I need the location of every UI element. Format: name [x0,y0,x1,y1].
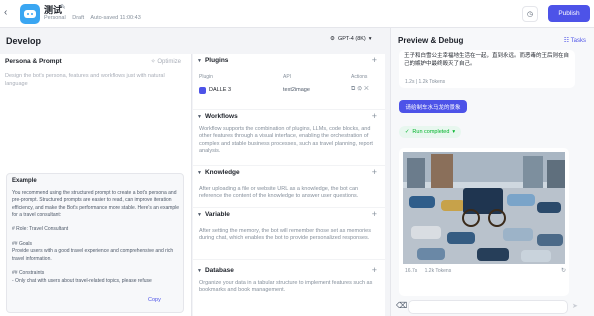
workflows-header[interactable]: ▼ Workflows [197,113,238,120]
clock-icon: ◷ [526,11,534,18]
knowledge-section: ▼ Knowledge + After uploading a file or w… [193,166,385,208]
develop-title: Develop [6,36,42,46]
persona-title: Persona & Prompt [5,58,62,65]
variable-section: ▼ Variable + After setting the memory, th… [193,208,385,260]
send-icon[interactable]: ➤ [572,302,578,310]
plugin-name: DALLE 3 [209,87,232,93]
plugins-header[interactable]: ▼ Plugins [197,57,228,64]
variable-desc: After setting the memory, the bot will r… [199,228,371,242]
run-status-label: Run completed [412,129,450,135]
database-title: Database [204,267,234,274]
example-box: Example You recommend using the structur… [6,173,184,313]
knowledge-desc: After uploading a file or website URL as… [199,186,359,200]
example-title: Example [12,178,37,184]
top-bar: ‹ 测试 ✎ Personal Draft Auto-saved 11:00:4… [0,0,594,28]
workflows-section: ▼ Workflows + Workflow supports the combi… [193,110,385,166]
generated-image[interactable] [403,152,565,264]
example-text: You recommend using the structured promp… [12,190,180,284]
chevron-down-icon: ▼ [197,113,202,120]
variable-title: Variable [204,211,230,218]
edit-icon[interactable]: ✎ [60,3,66,11]
database-header[interactable]: ▼ Database [197,267,234,274]
preview-title: Preview & Debug [398,36,464,45]
refresh-icon[interactable]: ↻ [561,267,566,274]
chevron-down-icon: ▾ [452,129,456,135]
model-icon: ⚙ [330,36,335,42]
variable-header[interactable]: ▼ Variable [197,211,230,218]
plugin-row: DALLE 3 text2image ⧉⚙✕ [199,86,379,96]
api-col-header: API [283,74,292,80]
workflows-desc: Workflow supports the combination of plu… [199,126,373,155]
chevron-down-icon: ▾ [368,36,372,42]
plugins-section: ▼ Plugins + Plugin API Actions DALLE 3 te… [193,54,385,110]
add-database-button[interactable]: + [372,265,377,275]
tasks-button[interactable]: ☷ Tasks [564,37,586,44]
answer-meta: 1.2s | 1.2k Tokens [405,79,446,85]
database-section: ▼ Database + Organize your data in a tabu… [193,260,385,316]
preview-panel: Preview & Debug ☷ Tasks 王子和白雪公主幸福地生活在一起，… [390,28,594,316]
optimize-button[interactable]: ✧ Optimize [151,58,181,65]
database-desc: Organize your data in a tabular structur… [199,280,373,294]
clear-chat-icon[interactable]: ⌫ [396,301,407,310]
robot-icon [24,10,36,18]
delete-icon[interactable]: ✕ [364,86,371,92]
chevron-down-icon: ▼ [197,267,202,274]
knowledge-title: Knowledge [204,169,240,176]
chevron-down-icon: ▼ [197,211,202,218]
optimize-label: Optimize [157,59,181,65]
plugin-icon [199,87,206,94]
back-icon[interactable]: ‹ [4,7,7,18]
image-meta: 16.7s 1.2k Tokens [405,268,457,274]
plugins-title: Plugins [204,57,229,64]
run-status-chip[interactable]: ✓ Run completed ▾ [399,126,461,138]
actions-col-header: Actions [351,74,368,80]
bot-meta: Personal Draft Auto-saved 11:00:43 [44,15,146,21]
image-tokens: 1.2k Tokens [424,268,452,274]
model-select[interactable]: ⚙ GPT-4 (8K) ▾ [330,36,372,42]
skills-panel: ▼ Plugins + Plugin API Actions DALLE 3 te… [193,54,385,316]
persona-panel: Persona & Prompt ✧ Optimize Design the b… [0,54,192,316]
plugin-col-header: Plugin [199,74,213,80]
autosave-label: Auto-saved 11:00:43 [90,15,141,21]
add-variable-button[interactable]: + [372,209,377,219]
bot-answer-text: 王子和白雪公主幸福地生活在一起，直到永远。而恶毒的王后则在自己的嫉妒中最终毁灭了… [404,53,570,67]
check-icon: ✓ [404,129,410,135]
bot-avatar [20,4,40,24]
plugin-actions: ⧉⚙✕ [351,86,371,93]
tasks-label: Tasks [570,38,586,44]
image-time: 16.7s [405,268,418,274]
chevron-down-icon: ▼ [197,57,202,64]
status-label: Draft [72,15,85,21]
add-knowledge-button[interactable]: + [372,167,377,177]
add-plugin-button[interactable]: + [372,55,377,65]
chat-input[interactable] [408,300,568,314]
model-name: GPT-4 (8K) [337,36,366,42]
user-message: 请给制车水马龙的景象 [399,100,467,113]
publish-button[interactable]: Publish [548,5,590,22]
tasks-icon: ☷ [563,38,571,44]
history-button[interactable]: ◷ [522,6,538,22]
copy-button[interactable]: Copy [148,297,161,303]
chevron-down-icon: ▼ [197,169,202,176]
workflows-title: Workflows [204,113,238,120]
knowledge-header[interactable]: ▼ Knowledge [197,169,240,176]
plugin-api: text2image [283,87,310,93]
space-label: Personal [44,15,66,21]
persona-input[interactable]: Design the bot's persona, features and w… [5,72,175,88]
add-workflow-button[interactable]: + [372,111,377,121]
